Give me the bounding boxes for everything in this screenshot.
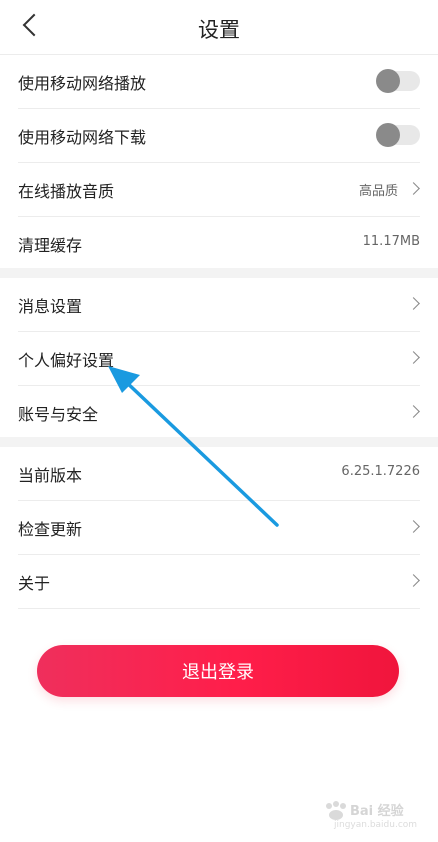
- setting-label: 账号与安全: [18, 405, 99, 424]
- setting-row-clear-cache[interactable]: 清理缓存 11.17MB: [18, 217, 420, 270]
- setting-row-audio-quality[interactable]: 在线播放音质 高品质: [18, 163, 420, 217]
- setting-label: 个人偏好设置: [18, 351, 115, 370]
- setting-row-version: 当前版本 6.25.1.7226: [18, 447, 420, 501]
- watermark-brand: Bai 经验: [350, 804, 404, 819]
- chevron-right-icon: [407, 520, 420, 533]
- section-divider: [0, 268, 438, 278]
- setting-row-about[interactable]: 关于: [18, 555, 420, 609]
- audio-quality-value: 高品质: [358, 184, 398, 199]
- mobile-download-toggle[interactable]: [376, 123, 420, 147]
- setting-label: 在线播放音质: [18, 182, 115, 201]
- toggle-knob: [376, 69, 400, 93]
- header-bar: 设置: [0, 0, 438, 55]
- setting-label: 检查更新: [18, 520, 83, 539]
- mobile-play-toggle[interactable]: [376, 69, 420, 93]
- chevron-right-icon: [407, 574, 420, 587]
- setting-row-preferences[interactable]: 个人偏好设置: [18, 332, 420, 386]
- setting-row-mobile-play[interactable]: 使用移动网络播放: [18, 55, 420, 109]
- setting-label: 使用移动网络下载: [18, 128, 147, 147]
- chevron-right-icon: [407, 297, 420, 310]
- logout-button[interactable]: 退出登录: [37, 645, 399, 697]
- baidu-paw-icon: [326, 801, 346, 820]
- settings-group-playback: 使用移动网络播放 使用移动网络下载 在线播放音质 高品质 清理缓存 11.17M…: [0, 55, 438, 270]
- settings-group-about: 当前版本 6.25.1.7226 检查更新 关于: [0, 447, 438, 609]
- setting-label: 消息设置: [18, 297, 83, 316]
- watermark: Bai 经验 jingyan.baidu.com: [322, 798, 418, 834]
- setting-row-account-security[interactable]: 账号与安全: [18, 386, 420, 439]
- setting-label: 使用移动网络播放: [18, 74, 147, 93]
- chevron-right-icon: [407, 182, 420, 195]
- watermark-url: jingyan.baidu.com: [334, 820, 418, 830]
- section-divider: [0, 437, 438, 447]
- toggle-knob: [376, 123, 400, 147]
- settings-group-account: 消息设置 个人偏好设置 账号与安全: [0, 278, 438, 439]
- setting-row-mobile-download[interactable]: 使用移动网络下载: [18, 109, 420, 163]
- version-value: 6.25.1.7226: [341, 464, 420, 479]
- cache-size-value: 11.17MB: [362, 234, 420, 249]
- setting-label: 清理缓存: [18, 236, 83, 255]
- setting-label: 关于: [18, 574, 51, 593]
- setting-row-message[interactable]: 消息设置: [18, 278, 420, 332]
- setting-row-check-update[interactable]: 检查更新: [18, 501, 420, 555]
- chevron-right-icon: [407, 351, 420, 364]
- chevron-right-icon: [407, 405, 420, 418]
- page-title: 设置: [198, 18, 240, 42]
- setting-label: 当前版本: [18, 466, 83, 485]
